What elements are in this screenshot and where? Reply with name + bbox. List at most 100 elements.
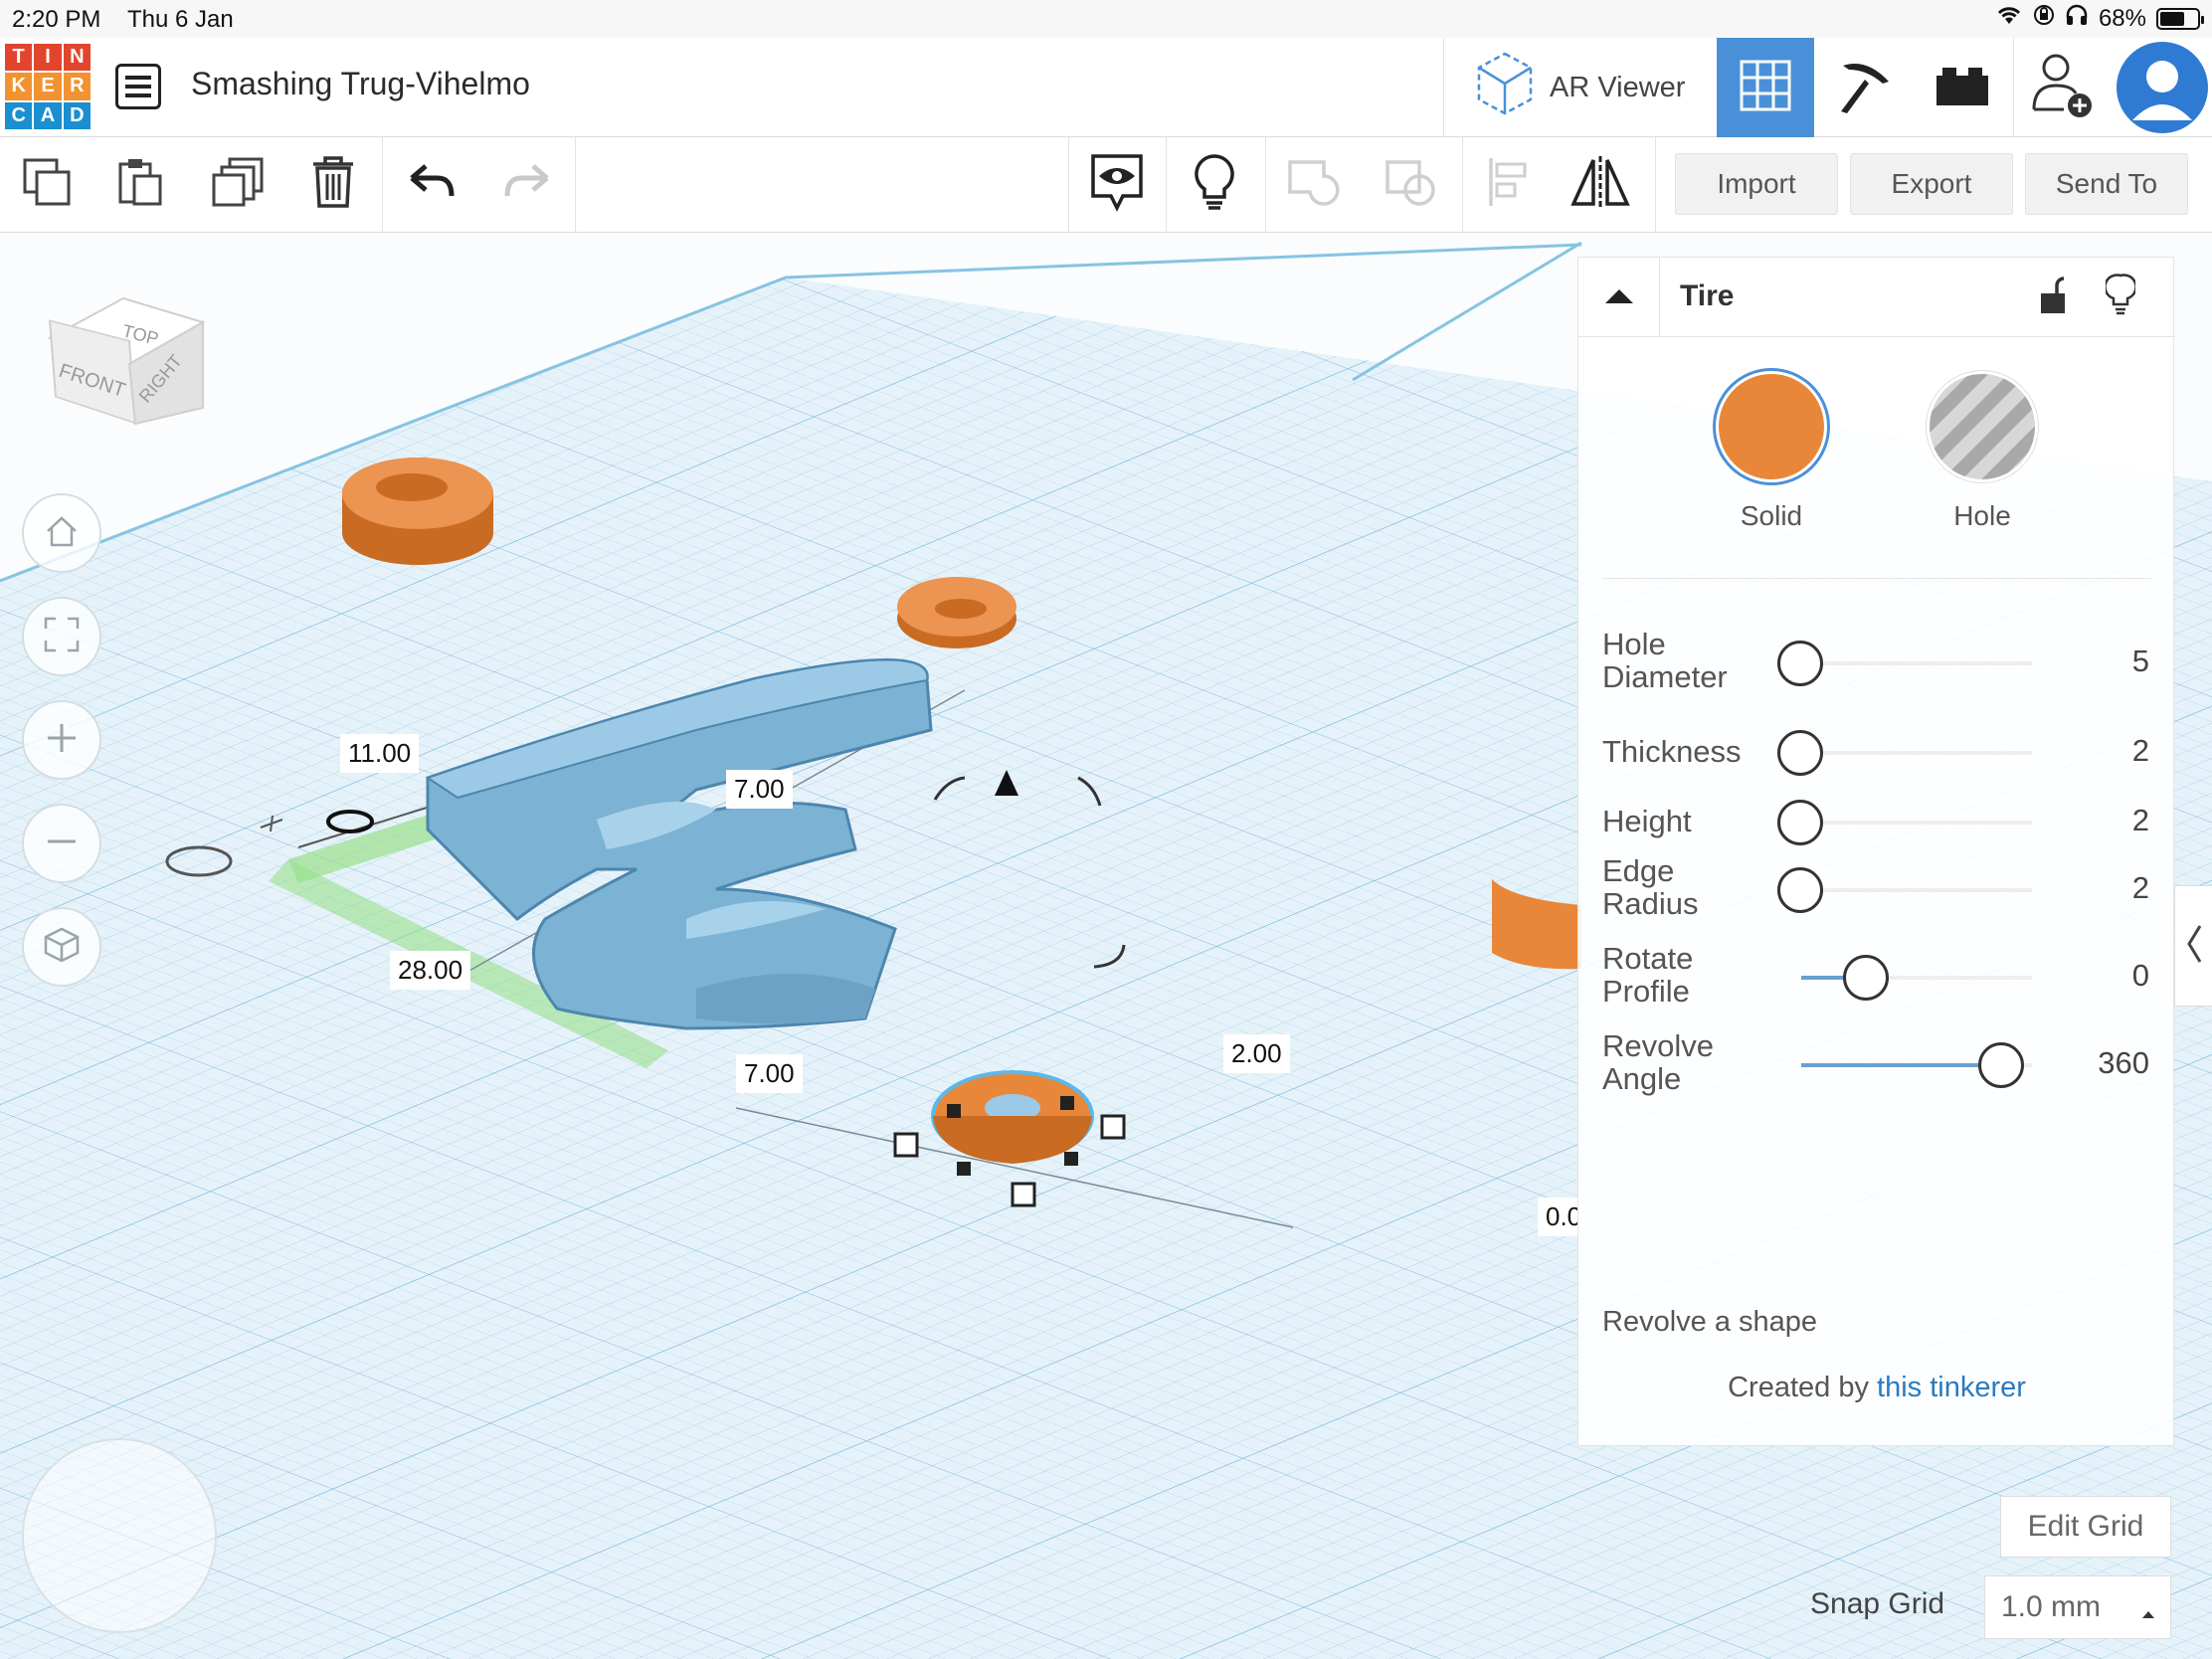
hole-label: Hole: [1953, 500, 2011, 531]
grid-icon: [1740, 60, 1791, 116]
shape-inspector: Tire Solid Hole Hole Diameter 5 Thickness 2…: [1577, 257, 2175, 1446]
hole-option[interactable]: Hole: [1913, 371, 2052, 532]
snap-grid-select[interactable]: 1.0 mm: [1984, 1575, 2171, 1639]
logo-letter: A: [34, 101, 62, 129]
unlock-icon: [2038, 276, 2068, 319]
tire-shape[interactable]: [897, 577, 1016, 648]
triangle-up-icon: [1603, 285, 1635, 310]
property-slider[interactable]: [1801, 661, 2032, 665]
orbit-joystick[interactable]: [22, 1438, 217, 1633]
property-value[interactable]: 360: [2098, 1045, 2149, 1081]
dim-elevation-label[interactable]: 0.00: [1538, 1198, 1577, 1236]
brick-icon: [1935, 64, 1990, 112]
duplicate-button[interactable]: [203, 149, 273, 219]
headphones-icon: [2065, 4, 2089, 33]
export-button[interactable]: Export: [1850, 153, 2013, 215]
group-icon: [1286, 156, 1342, 213]
home-view-button[interactable]: [22, 493, 101, 573]
property-value[interactable]: 2: [2132, 803, 2149, 838]
shape-name: Tire: [1680, 279, 1735, 312]
lock-button[interactable]: [2038, 276, 2068, 320]
design-menu-button[interactable]: [115, 64, 161, 109]
creator-link[interactable]: this tinkerer: [1877, 1372, 2026, 1403]
slider-knob[interactable]: [1777, 800, 1823, 845]
property-label: Height: [1602, 804, 1692, 838]
property-slider[interactable]: [1801, 976, 2032, 980]
property-label: Hole Diameter: [1602, 627, 1728, 694]
bricks-view-button[interactable]: [1914, 38, 2011, 137]
notes-visibility-button[interactable]: [1082, 149, 1152, 219]
view-cube[interactable]: TOP FRONT RIGHT: [40, 259, 209, 433]
pickaxe-icon: [1833, 54, 1897, 122]
expand-panel-tab[interactable]: [2174, 885, 2212, 1007]
property-slider[interactable]: [1801, 751, 2032, 755]
dim-height-label[interactable]: 2.00: [1223, 1034, 1290, 1073]
user-avatar[interactable]: [2113, 38, 2212, 137]
slider-knob[interactable]: [1843, 955, 1889, 1001]
property-value[interactable]: 2: [2132, 870, 2149, 906]
tire-shape[interactable]: [342, 458, 493, 565]
undo-button[interactable]: [398, 149, 467, 219]
solid-swatch[interactable]: [1716, 371, 1827, 482]
edit-grid-button[interactable]: Edit Grid: [2000, 1496, 2171, 1558]
property-value[interactable]: 2: [2132, 733, 2149, 769]
dim-offset-label[interactable]: 11.00: [340, 734, 420, 773]
slider-knob[interactable]: [1777, 641, 1823, 686]
property-row: Revolve Angle 360: [1602, 1029, 2159, 1109]
duplicate-icon: [210, 156, 266, 213]
paste-button[interactable]: [105, 149, 175, 219]
zoom-in-button[interactable]: [22, 700, 101, 780]
send-to-button[interactable]: Send To: [2025, 153, 2188, 215]
collapse-inspector-button[interactable]: [1578, 258, 1660, 337]
lightbulb-icon: [1193, 153, 1236, 216]
copy-button[interactable]: [12, 149, 82, 219]
hole-swatch[interactable]: [1927, 371, 2038, 482]
slider-knob[interactable]: [1777, 730, 1823, 776]
zoom-out-button[interactable]: [22, 804, 101, 883]
redo-icon: [501, 162, 551, 207]
perspective-button[interactable]: [22, 907, 101, 987]
ar-viewer-button[interactable]: AR Viewer: [1443, 38, 1715, 137]
slider-knob[interactable]: [1978, 1042, 2024, 1088]
lightbulb-icon: [2104, 274, 2137, 319]
dim-width-bottom-label[interactable]: 7.00: [736, 1054, 803, 1093]
delete-button[interactable]: [298, 149, 368, 219]
fit-icon: [42, 615, 82, 659]
dim-length-label[interactable]: 28.00: [390, 951, 471, 990]
mirror-button[interactable]: [1566, 149, 1635, 219]
status-bar: 2:20 PM Thu 6 Jan 68%: [0, 0, 2212, 38]
3d-design-view-button[interactable]: [1717, 38, 1814, 137]
property-slider[interactable]: [1801, 888, 2032, 892]
invite-user-button[interactable]: [2013, 38, 2111, 137]
property-row: Rotate Profile 0: [1602, 942, 2159, 1021]
shape-hint-button[interactable]: [2104, 274, 2137, 320]
shape-credit: Created by this tinkerer: [1578, 1372, 2175, 1404]
property-label: Rotate Profile: [1602, 941, 1694, 1009]
logo-letter: R: [63, 73, 91, 100]
logo-letter: K: [5, 73, 33, 100]
minus-icon: [44, 824, 80, 864]
minecraft-view-button[interactable]: [1816, 38, 1914, 137]
solid-option[interactable]: Solid: [1702, 371, 1841, 532]
snap-grid-value: 1.0 mm: [2001, 1590, 2102, 1623]
tinkercad-logo[interactable]: TIN KER CAD: [5, 44, 91, 129]
property-value[interactable]: 0: [2132, 958, 2149, 994]
import-button[interactable]: Import: [1675, 153, 1838, 215]
align-button: [1474, 149, 1544, 219]
align-icon: [1487, 156, 1531, 213]
fit-view-button[interactable]: [22, 597, 101, 676]
copy-icon: [21, 156, 73, 213]
property-value[interactable]: 5: [2132, 644, 2149, 679]
home-icon: [44, 513, 80, 554]
property-label: Thickness: [1602, 734, 1742, 769]
cube-outline-icon: [42, 925, 82, 970]
dim-width-label[interactable]: 7.00: [726, 770, 793, 809]
logo-letter: D: [63, 101, 91, 129]
mirror-icon: [1569, 154, 1631, 215]
battery-icon: [2156, 7, 2204, 30]
slider-knob[interactable]: [1777, 867, 1823, 913]
property-slider[interactable]: [1801, 821, 2032, 825]
top-bar: TIN KER CAD Smashing Trug-Vihelmo AR Viewe…: [0, 38, 2212, 137]
project-title[interactable]: Smashing Trug-Vihelmo: [191, 66, 530, 102]
hint-button[interactable]: [1180, 149, 1249, 219]
